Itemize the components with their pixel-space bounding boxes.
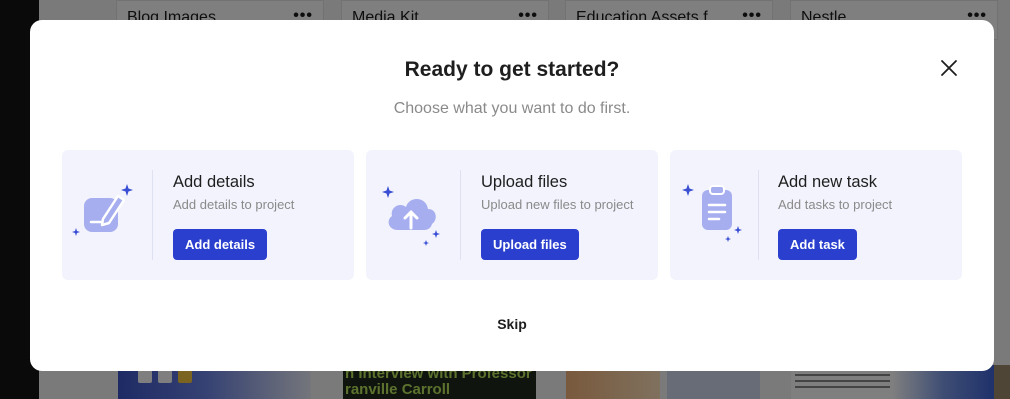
option-add-new-task[interactable]: Add new task Add tasks to project Add ta… xyxy=(670,150,962,280)
option-divider xyxy=(152,170,153,260)
close-icon xyxy=(941,60,957,76)
option-upload-files[interactable]: Upload files Upload new files to project… xyxy=(366,150,658,280)
option-add-details[interactable]: Add details Add details to project Add d… xyxy=(62,150,354,280)
add-task-button[interactable]: Add task xyxy=(778,229,857,260)
skip-button[interactable]: Skip xyxy=(30,316,994,332)
modal-title: Ready to get started? xyxy=(404,58,620,81)
option-title: Upload files xyxy=(481,173,568,191)
option-divider xyxy=(460,170,461,260)
edit-icon xyxy=(72,184,133,236)
option-title: Add new task xyxy=(778,173,878,191)
option-description: Add details to project xyxy=(173,197,295,212)
modal-subtitle: Choose what you want to do first. xyxy=(393,100,631,117)
cloud-upload-icon xyxy=(382,186,440,246)
option-description: Add tasks to project xyxy=(778,197,893,212)
option-title: Add details xyxy=(173,173,255,191)
add-details-button[interactable]: Add details xyxy=(173,229,268,260)
get-started-modal: Ready to get started? Choose what you wa… xyxy=(30,20,994,371)
option-description: Upload new files to project xyxy=(481,197,634,212)
upload-files-button[interactable]: Upload files xyxy=(481,229,579,260)
close-button[interactable] xyxy=(936,55,962,81)
clipboard-icon xyxy=(682,184,742,242)
option-divider xyxy=(758,170,759,260)
